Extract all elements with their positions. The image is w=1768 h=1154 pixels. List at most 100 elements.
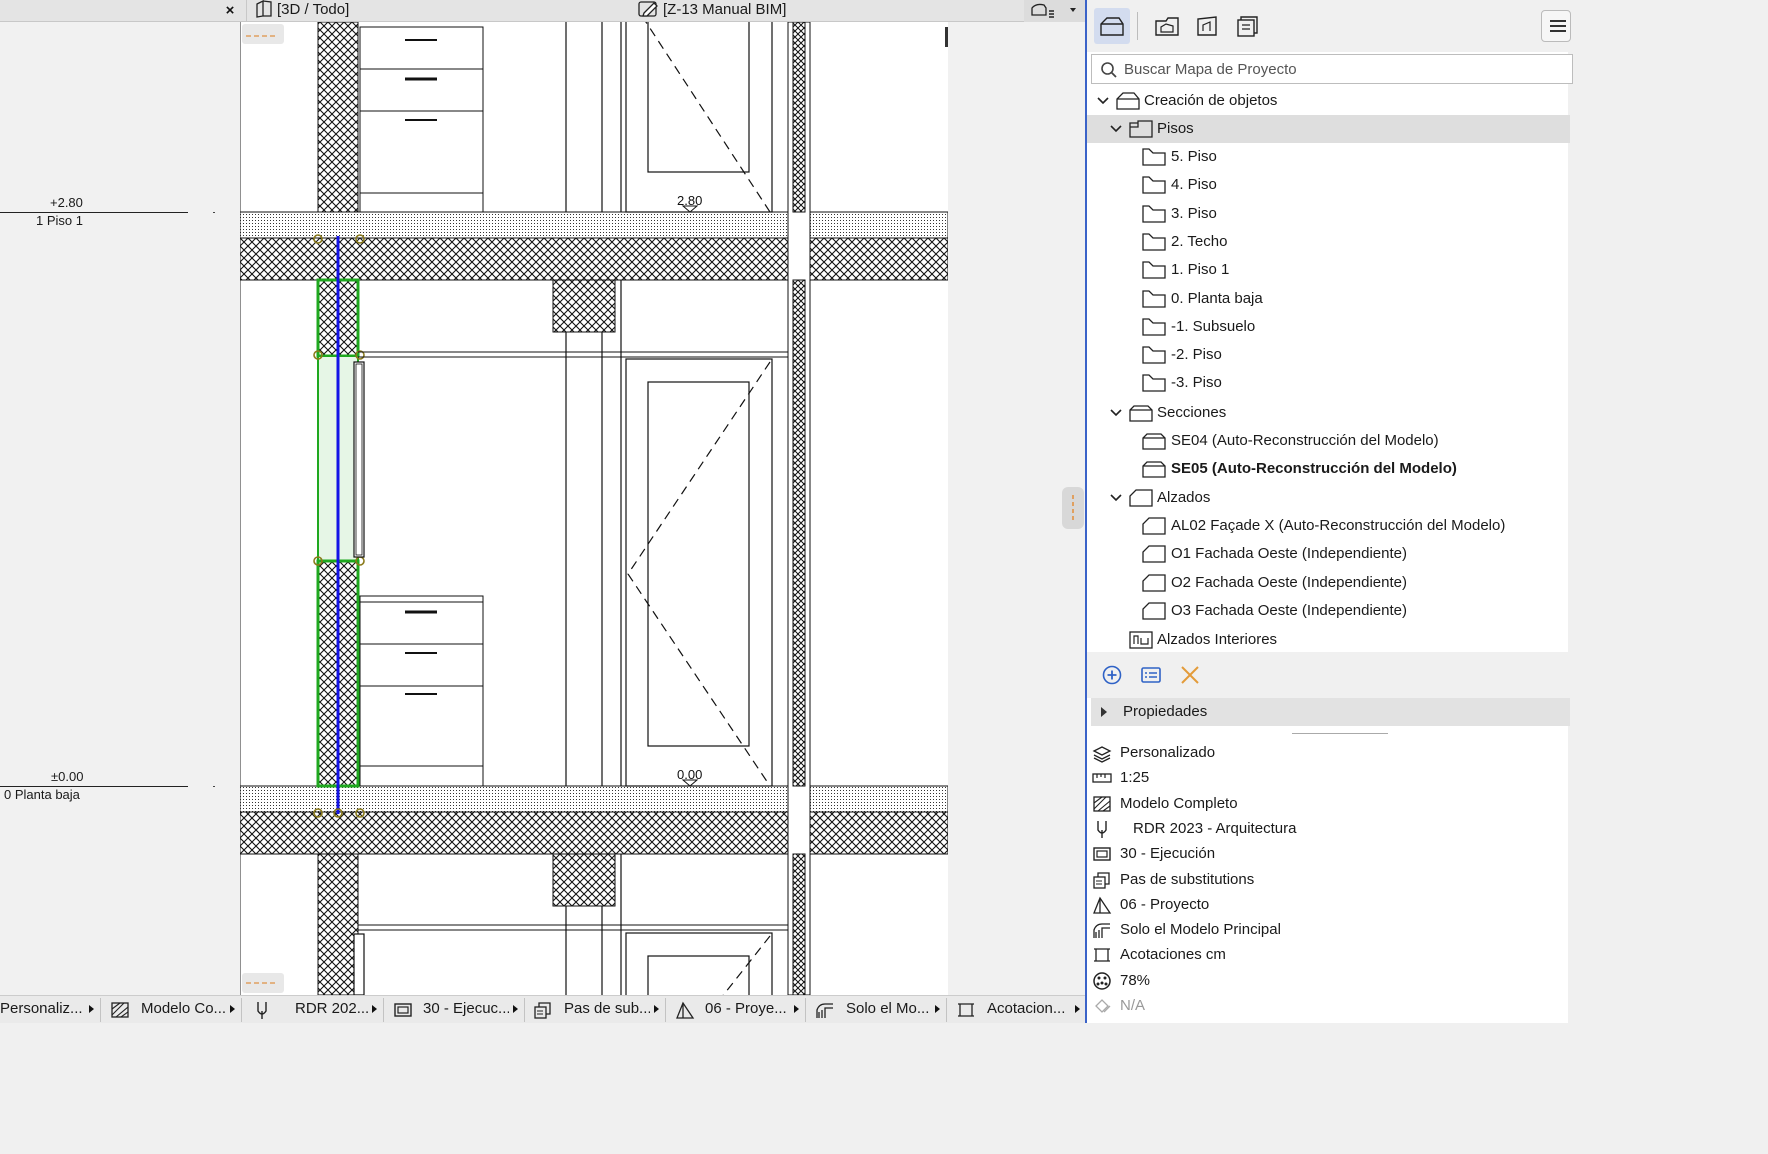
upper-cabinet[interactable] <box>359 26 484 213</box>
tree-item-story[interactable]: 4. Piso <box>1087 171 1570 199</box>
quick-option-row[interactable]: Personalizado <box>1087 740 1570 765</box>
dropdown-arrow-icon[interactable] <box>1075 1005 1080 1013</box>
dropdown-arrow-icon[interactable] <box>513 1005 518 1013</box>
status-option-1[interactable]: Modelo Co... <box>110 996 226 1023</box>
tab-list-icon <box>1031 3 1076 18</box>
panel-splitter-handle[interactable] <box>1062 487 1084 529</box>
status-option-5[interactable]: 06 - Proye... <box>675 996 790 1023</box>
tree-item-story[interactable]: 0. Planta baja <box>1087 285 1570 313</box>
layout-book-button[interactable] <box>1189 8 1225 44</box>
lower-level-value: ±0.00 <box>51 769 84 784</box>
tree-item-root[interactable]: Creación de objetos <box>1087 87 1570 115</box>
project-map-button[interactable] <box>1094 8 1130 44</box>
tree-item-story[interactable]: 2. Techo <box>1087 228 1570 256</box>
tab-menu-button[interactable] <box>1024 0 1085 22</box>
tree-item-story[interactable]: 1. Piso 1 <box>1087 256 1570 284</box>
dropdown-arrow-icon[interactable] <box>230 1005 235 1013</box>
tab-3d-view[interactable]: [3D / Todo] <box>254 0 349 22</box>
selected-wall[interactable] <box>316 236 360 814</box>
quick-option-row[interactable]: RDR 2023 - Arquitectura <box>1087 816 1570 841</box>
dropdown-arrow-icon[interactable] <box>89 1005 94 1013</box>
status-separator <box>241 998 242 1022</box>
door[interactable] <box>625 358 773 787</box>
tree-item-story[interactable]: -3. Piso <box>1087 369 1570 397</box>
section-folder-icon <box>1129 405 1153 422</box>
search-input[interactable] <box>1124 58 1554 80</box>
tree-item-secciones[interactable]: Secciones <box>1087 399 1570 427</box>
status-separator <box>805 998 806 1022</box>
tree-item-pisos[interactable]: Pisos <box>1087 115 1570 143</box>
tree-item-story[interactable]: 3. Piso <box>1087 200 1570 228</box>
status-option-2[interactable]: RDR 202... <box>252 996 368 1023</box>
status-option-0[interactable]: Personaliz... <box>0 996 85 1023</box>
chevron-down-icon[interactable] <box>1109 115 1123 143</box>
story-icon <box>1142 261 1166 279</box>
status-option-4[interactable]: Pas de sub... <box>533 996 650 1023</box>
chevron-down-icon[interactable] <box>1109 484 1123 512</box>
scale-icon <box>1092 773 1112 783</box>
status-option-3[interactable]: 30 - Ejecuc... <box>393 996 509 1023</box>
tree-item-elevation[interactable]: O3 Fachada Oeste (Independiente) <box>1087 597 1570 625</box>
tree-item-story[interactable]: 5. Piso <box>1087 143 1570 171</box>
navigator-menu-button[interactable] <box>1541 10 1571 42</box>
status-option-label: 06 - Proye... <box>705 1000 787 1017</box>
view-settings-icon[interactable] <box>1139 663 1163 687</box>
properties-header[interactable]: Propiedades <box>1091 698 1570 726</box>
tree-item-elevation[interactable]: O2 Fachada Oeste (Independiente) <box>1087 569 1570 597</box>
quick-option-row[interactable]: Pas de substitutions <box>1087 867 1570 892</box>
quick-option-row[interactable]: Acotaciones cm <box>1087 942 1570 967</box>
tree-item-alzados[interactable]: Alzados <box>1087 484 1570 512</box>
tree-item-story[interactable]: -2. Piso <box>1087 341 1570 369</box>
facade-wall[interactable] <box>787 22 811 995</box>
structure-display-icon <box>111 1002 129 1018</box>
status-option-label: Acotacion... <box>987 1000 1066 1017</box>
tree-item-elevation[interactable]: AL02 Façade X (Auto-Reconstrucción del M… <box>1087 512 1570 540</box>
resize-grip[interactable] <box>1292 733 1388 734</box>
partial-structure-icon <box>1095 999 1111 1013</box>
delete-icon[interactable] <box>1178 663 1202 687</box>
chevron-down-icon[interactable] <box>1109 399 1123 427</box>
dropdown-arrow-icon[interactable] <box>794 1005 799 1013</box>
section-edit-icon <box>638 1 658 17</box>
chevron-down-icon[interactable] <box>1096 87 1110 115</box>
navigator-panel: Creación de objetos Pisos 5. Piso 4. Piso… <box>1085 0 1573 1023</box>
close-tab-button[interactable]: × <box>221 0 239 22</box>
tab-section-view[interactable]: [Z-13 Manual BIM] <box>638 0 786 22</box>
story-folder-icon <box>1129 120 1153 138</box>
publisher-sets-button[interactable] <box>1229 8 1265 44</box>
door-upper[interactable] <box>625 22 773 213</box>
dropdown-arrow-icon[interactable] <box>935 1005 940 1013</box>
door-lower[interactable] <box>625 932 773 995</box>
dropdown-arrow-icon[interactable] <box>654 1005 659 1013</box>
navigator-toolbar <box>1087 0 1571 52</box>
quick-option-row[interactable]: N/A <box>1087 993 1570 1018</box>
layout-book-icon <box>1197 16 1217 36</box>
dropdown-arrow-icon[interactable] <box>372 1005 377 1013</box>
story-icon <box>1142 374 1166 393</box>
quick-option-row[interactable]: 30 - Ejecución <box>1087 841 1570 866</box>
tree-label: -3. Piso <box>1171 374 1222 392</box>
tree-item-interior-elevations[interactable]: Alzados Interiores <box>1087 626 1570 652</box>
level-marker-strip: +2.80 1 Piso 1 ±0.00 0 Planta baja <box>0 22 240 995</box>
quick-option-row[interactable]: 06 - Proyecto <box>1087 892 1570 917</box>
story-icon <box>1142 346 1166 364</box>
status-option-7[interactable]: Acotacion... <box>956 996 1071 1023</box>
status-option-label: Modelo Co... <box>141 1000 226 1017</box>
quick-option-row[interactable]: Modelo Completo <box>1087 791 1570 816</box>
quick-option-row[interactable]: Solo el Modelo Principal <box>1087 917 1570 942</box>
tree-item-story[interactable]: -1. Subsuelo <box>1087 313 1570 341</box>
tree-item-elevation[interactable]: O1 Fachada Oeste (Independiente) <box>1087 540 1570 568</box>
tree-label-active: SE05 (Auto-Reconstrucción del Modelo) <box>1171 460 1457 477</box>
add-view-icon[interactable] <box>1100 663 1124 687</box>
tree-label: O2 Fachada Oeste (Independiente) <box>1171 573 1407 591</box>
tree-item-section-se05[interactable]: SE05 (Auto-Reconstrucción del Modelo) <box>1087 455 1570 483</box>
view-map-button[interactable] <box>1149 8 1185 44</box>
project-map-tree: Creación de objetos Pisos 5. Piso 4. Piso… <box>1087 87 1570 652</box>
tree-item-section-se04[interactable]: SE04 (Auto-Reconstrucción del Modelo) <box>1087 427 1570 455</box>
quick-option-row[interactable]: 78% <box>1087 968 1570 993</box>
status-option-6[interactable]: Solo el Mo... <box>815 996 931 1023</box>
lower-cabinet[interactable] <box>359 595 484 787</box>
project-map-search[interactable] <box>1091 54 1573 84</box>
section-drawing-canvas[interactable]: 2.80 0.00 <box>240 22 948 995</box>
quick-option-row[interactable]: 1:25 <box>1087 765 1570 790</box>
